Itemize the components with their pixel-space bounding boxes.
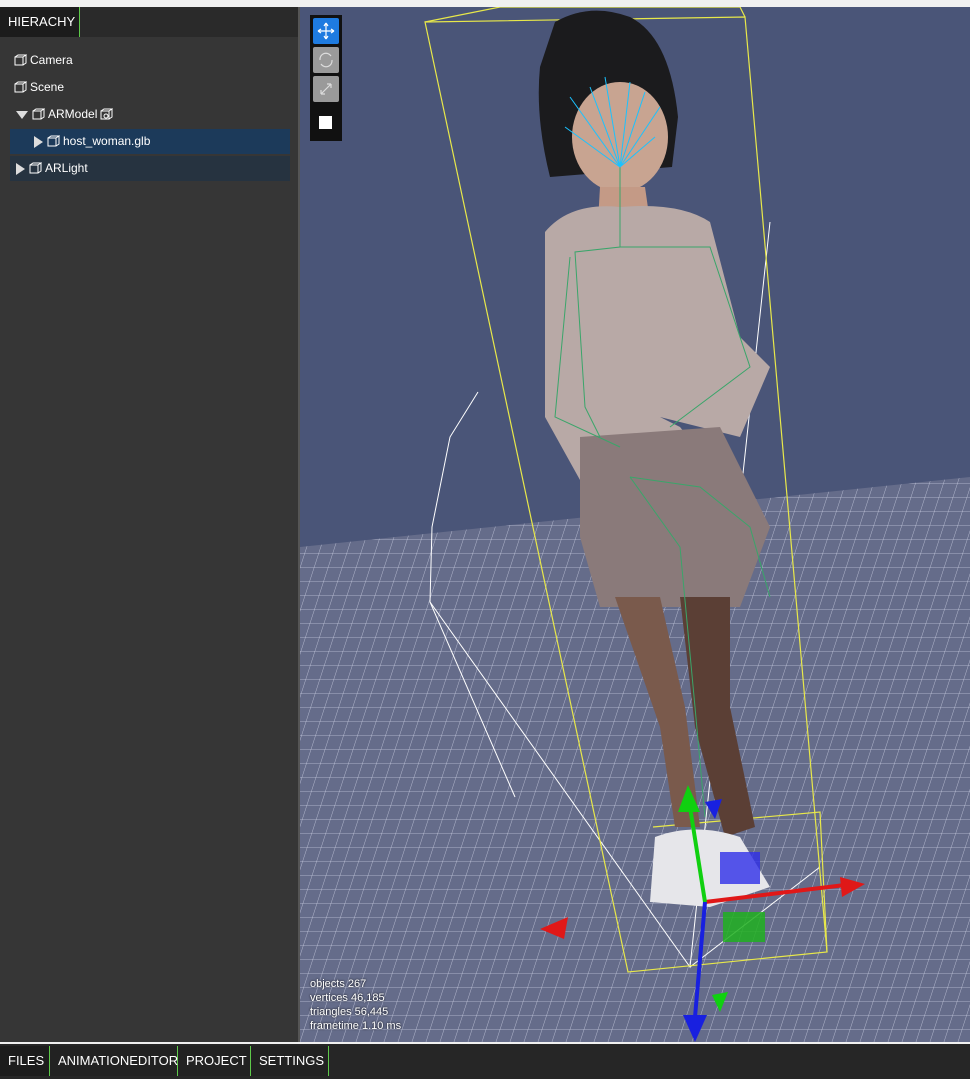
tree-item-arlight[interactable]: ARLight bbox=[10, 156, 290, 181]
expand-down-icon[interactable] bbox=[16, 110, 28, 119]
camera-icon bbox=[100, 108, 114, 120]
transform-toolbar bbox=[310, 15, 342, 141]
hierarchy-panel: HIERACHY Camera Scene ARModel host_woman… bbox=[0, 7, 298, 1042]
tree-item-armodel[interactable]: ARModel bbox=[16, 102, 116, 127]
hierarchy-tabbar: HIERACHY bbox=[0, 7, 298, 37]
render-stats: objects 267 vertices 46,185 triangles 56… bbox=[310, 977, 401, 1033]
tab-project[interactable]: PROJECT bbox=[178, 1046, 251, 1076]
tab-hierarchy[interactable]: HIERACHY bbox=[0, 7, 80, 37]
scale-tool-button[interactable] bbox=[313, 76, 339, 102]
tree-item-label: host_woman.glb bbox=[63, 134, 151, 148]
tree-item-scene[interactable]: Scene bbox=[14, 75, 64, 100]
stat-triangles: triangles 56,445 bbox=[310, 1006, 389, 1018]
tree-item-label: Scene bbox=[30, 80, 65, 94]
scene-viewport[interactable]: objects 267 vertices 46,185 triangles 56… bbox=[300, 7, 970, 1042]
cube-icon bbox=[32, 108, 45, 120]
stat-frametime: frametime 1.10 ms bbox=[310, 1020, 402, 1032]
rotate-tool-button[interactable] bbox=[313, 47, 339, 73]
expand-right-icon[interactable] bbox=[34, 135, 43, 148]
bottom-tabbar: FILES ANIMATIONEDITOR PROJECT SETTINGS bbox=[0, 1044, 970, 1079]
scene-canvas[interactable] bbox=[300, 7, 970, 1042]
stat-objects: objects 267 bbox=[310, 978, 367, 990]
rotate-icon bbox=[319, 52, 333, 68]
expand-right-icon[interactable] bbox=[16, 162, 25, 175]
cube-icon bbox=[29, 162, 42, 174]
move-tool-button[interactable] bbox=[313, 18, 339, 44]
stat-vertices: vertices 46,185 bbox=[310, 992, 385, 1004]
cube-icon bbox=[14, 54, 27, 66]
cube-icon bbox=[47, 135, 60, 147]
move-icon bbox=[317, 22, 335, 40]
cube-icon bbox=[14, 81, 27, 93]
toggle-checkbox[interactable] bbox=[319, 116, 332, 129]
tab-animationeditor[interactable]: ANIMATIONEDITOR bbox=[50, 1046, 178, 1076]
scale-icon bbox=[320, 83, 332, 95]
tree-item-label: ARLight bbox=[45, 161, 88, 175]
tab-settings[interactable]: SETTINGS bbox=[251, 1046, 329, 1076]
tab-files[interactable]: FILES bbox=[0, 1046, 50, 1076]
tree-item-host-woman[interactable]: host_woman.glb bbox=[10, 129, 290, 154]
tree-item-label: ARModel bbox=[48, 107, 98, 121]
tree-item-camera[interactable]: Camera bbox=[14, 48, 73, 73]
tree-item-label: Camera bbox=[30, 53, 73, 67]
